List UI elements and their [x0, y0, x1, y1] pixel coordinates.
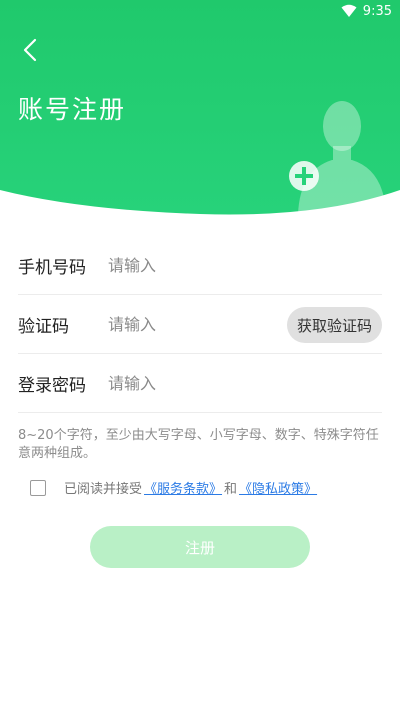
agreement-and: 和 [224, 482, 238, 497]
phone-label: 手机号码 [18, 257, 86, 278]
agreement-prefix: 已阅读并接受 [64, 482, 143, 497]
back-button[interactable] [14, 34, 46, 66]
register-form: 手机号码 验证码 获取验证码 登录密码 8~20个字符，至少由大写字母、小写字母… [18, 236, 382, 463]
password-input[interactable] [108, 373, 382, 393]
phone-row: 手机号码 [18, 236, 382, 295]
agreement: 已阅读并接受 《服务条款》 和 《隐私政策》 [30, 478, 319, 497]
password-hint: 8~20个字符，至少由大写字母、小写字母、数字、特殊字符任意两种组成。 [18, 428, 379, 461]
password-row: 登录密码 [18, 354, 382, 413]
phone-input[interactable] [108, 255, 382, 275]
status-time: 9:35 [362, 3, 392, 19]
page-title: 账号注册 [18, 95, 127, 124]
status-bar: 9:35 [0, 0, 400, 22]
add-user-icon [289, 101, 386, 214]
header: 9:35 账号注册 [0, 0, 400, 230]
wifi-icon [341, 4, 357, 17]
get-code-button[interactable]: 获取验证码 [286, 307, 382, 343]
register-button[interactable]: 注册 [90, 526, 310, 568]
code-row: 验证码 获取验证码 [18, 295, 382, 354]
agreement-checkbox[interactable] [30, 479, 46, 496]
register-screen: 9:35 账号注册 手机号码 验证码 获取 [0, 0, 400, 710]
privacy-link[interactable]: 《隐私政策》 [239, 478, 317, 497]
code-label: 验证码 [18, 316, 69, 337]
chevron-left-icon [23, 38, 37, 62]
password-label: 登录密码 [18, 375, 86, 396]
terms-link[interactable]: 《服务条款》 [144, 478, 222, 497]
